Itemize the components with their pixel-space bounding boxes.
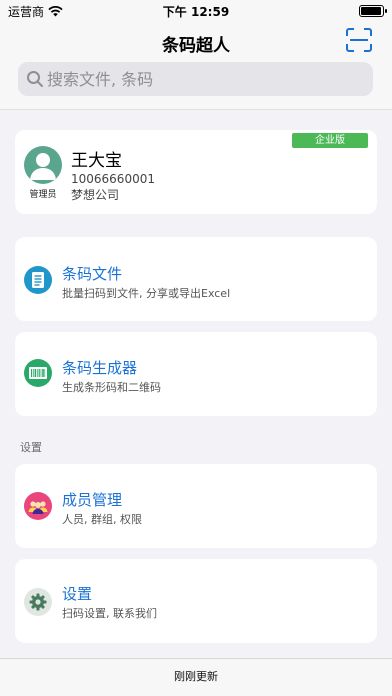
sync-status-bar: 刚刚更新 [0,658,392,696]
menu-item-barcode-generator[interactable]: 条码生成器 生成条形码和二维码 [15,332,377,416]
menu-item-description: 扫码设置, 联系我们 [62,607,157,620]
menu-item-description: 生成条形码和二维码 [62,381,161,394]
edition-badge: 企业版 [292,133,368,148]
clock: 下午 12:59 [162,5,230,19]
gear-icon [24,588,52,616]
menu-item-barcode-files[interactable]: 条码文件 批量扫码到文件, 分享或导出Excel [15,237,377,321]
menu-item-settings[interactable]: 设置 扫码设置, 联系我们 [15,559,377,643]
barcode-icon [24,359,52,387]
search-icon [27,71,43,87]
person-icon [30,153,56,180]
menu-item-member-management[interactable]: 成员管理 人员, 群组, 权限 [15,464,377,548]
menu-item-description: 批量扫码到文件, 分享或导出Excel [62,287,231,300]
menu-item-label: 条码文件 [62,265,123,283]
search-bar[interactable] [18,62,373,96]
user-company: 梦想公司 [71,188,120,202]
profile-card[interactable]: 管理员 王大宝 10066660001 梦想公司 企业版 [15,130,377,214]
user-phone: 10066660001 [71,172,155,186]
menu-item-label: 条码生成器 [62,359,138,377]
menu-item-label: 设置 [62,585,93,603]
group-icon [24,492,52,520]
battery-icon [359,5,387,17]
section-title-settings: 设置 [20,441,42,454]
document-icon [24,266,52,294]
scan-icon[interactable] [346,28,372,52]
avatar [24,146,62,184]
navigation-bar: 条码超人 [0,22,392,110]
sync-status-text: 刚刚更新 [174,670,218,683]
user-name: 王大宝 [71,151,122,171]
role-label: 管理员 [29,190,57,200]
page-title: 条码超人 [162,36,230,56]
search-input[interactable] [47,62,357,96]
menu-item-description: 人员, 群组, 权限 [62,513,142,526]
status-bar: 运营商 下午 12:59 [0,0,392,22]
menu-item-label: 成员管理 [62,491,123,509]
